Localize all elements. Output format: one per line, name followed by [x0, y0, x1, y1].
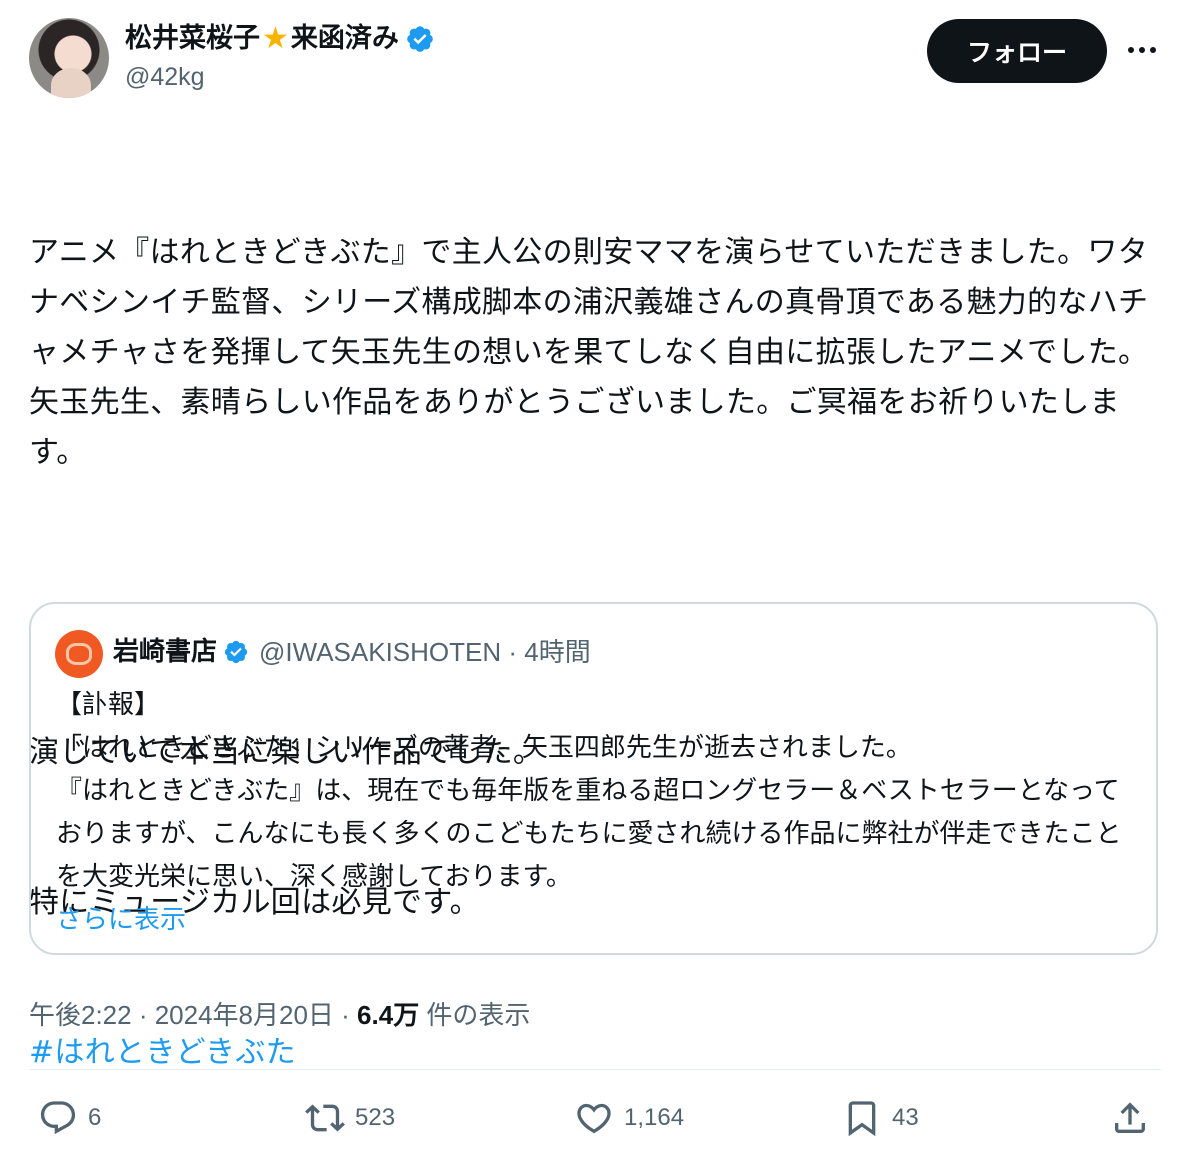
repost-icon: [305, 1104, 345, 1132]
follow-button[interactable]: フォロー: [927, 19, 1107, 83]
star-emoji: ★: [262, 21, 289, 56]
verified-badge-icon: [223, 639, 249, 665]
quoted-line: 「はれときどきぶた」シリーズの著者、矢玉四郎先生が逝去されました。: [56, 733, 912, 763]
author-name-part2: 来函済み: [290, 23, 399, 54]
quoted-tweet-body: 【訃報】 「はれときどきぶた」シリーズの著者、矢玉四郎先生が逝去されました。 『…: [56, 684, 1141, 942]
views-label: 件の表示: [419, 1000, 531, 1030]
quoted-author-name[interactable]: 岩崎書店: [113, 634, 217, 670]
quoted-line: 『はれときどきぶた』は、現在でも毎年版を重ねる超ロングセラー＆ベストセラーとなっ…: [56, 776, 1122, 892]
bookmark-icon: [848, 1101, 876, 1137]
reply-count: 6: [88, 1104, 102, 1131]
bookmark-count: 43: [892, 1104, 919, 1131]
author-handle[interactable]: @42kg: [125, 63, 205, 92]
heart-icon: [577, 1103, 611, 1134]
like-count: 1,164: [624, 1104, 685, 1131]
author-name-part1: 松井菜桜子: [125, 23, 260, 54]
author-display-name[interactable]: 松井菜桜子 ★ 来函済み: [125, 21, 435, 57]
pig-logo-icon: [66, 643, 92, 665]
author-avatar[interactable]: [29, 18, 109, 98]
quoted-author-avatar[interactable]: [55, 630, 103, 678]
share-button[interactable]: [1110, 1096, 1150, 1140]
tweet-paragraph: アニメ『はれときどきぶた』で主人公の則安ママを演らせていただきました。ワタナベシ…: [29, 235, 1149, 470]
repost-button[interactable]: 523: [305, 1096, 395, 1140]
like-button[interactable]: 1,164: [574, 1096, 684, 1140]
quoted-tweet-card[interactable]: 岩崎書店 @IWASAKISHOTEN · 4時間 【訃報】 「はれときどきぶた…: [29, 602, 1158, 955]
hashtag-link[interactable]: #はれときどきぶた: [29, 1028, 1164, 1078]
tweet-meta: 午後2:22 · 2024年8月20日 · 6.4万 件の表示: [29, 995, 530, 1032]
tweet-timestamp[interactable]: 午後2:22 · 2024年8月20日 ·: [29, 1000, 357, 1030]
quoted-author-handle-time: @IWASAKISHOTEN · 4時間: [259, 637, 591, 667]
reply-icon: [40, 1101, 76, 1135]
show-more-link[interactable]: さらに表示: [56, 899, 1141, 942]
views-count: 6.4万: [357, 1000, 420, 1030]
repost-count: 523: [355, 1104, 396, 1131]
quoted-tweet-header: 岩崎書店 @IWASAKISHOTEN · 4時間: [113, 634, 591, 670]
quoted-line: 【訃報】: [56, 690, 161, 720]
more-options-icon[interactable]: [1122, 35, 1162, 65]
share-icon: [1115, 1102, 1145, 1133]
reply-button[interactable]: 6: [38, 1096, 101, 1140]
divider: [29, 1069, 1161, 1070]
verified-badge-icon: [405, 24, 435, 54]
bookmark-button[interactable]: 43: [842, 1096, 919, 1140]
